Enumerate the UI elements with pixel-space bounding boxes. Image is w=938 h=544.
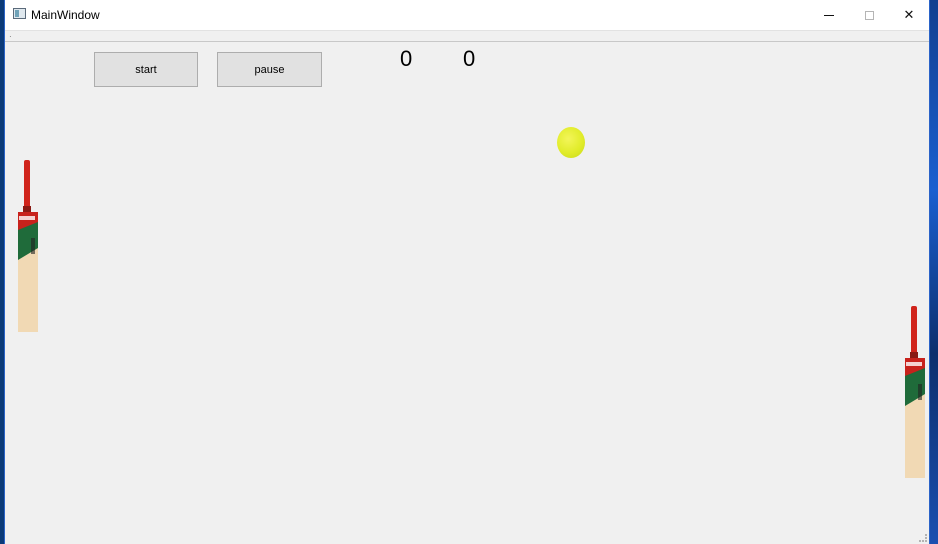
window-title: MainWindow <box>31 8 100 22</box>
pause-button[interactable]: pause <box>217 52 322 87</box>
resize-grip-icon[interactable] <box>919 534 927 542</box>
app-window-icon <box>13 8 26 19</box>
maximize-icon <box>864 10 874 20</box>
menu-bar: · <box>5 31 929 42</box>
main-window: MainWindow ✕ · start pause 0 0 <box>4 0 930 544</box>
minimize-button[interactable] <box>809 0 849 30</box>
start-button[interactable]: start <box>94 52 198 87</box>
left-score: 0 <box>400 46 413 71</box>
title-bar[interactable]: MainWindow ✕ <box>5 0 929 31</box>
right-score: 0 <box>463 46 476 71</box>
maximize-button[interactable] <box>849 0 889 30</box>
left-bat-paddle <box>18 160 38 332</box>
menu-handle-icon: · <box>9 32 12 41</box>
minimize-icon <box>824 14 834 16</box>
close-icon: ✕ <box>903 7 915 22</box>
game-area: start pause 0 0 <box>5 42 929 544</box>
right-bat-paddle <box>905 306 925 478</box>
tennis-ball <box>557 127 585 158</box>
close-button[interactable]: ✕ <box>889 0 929 30</box>
